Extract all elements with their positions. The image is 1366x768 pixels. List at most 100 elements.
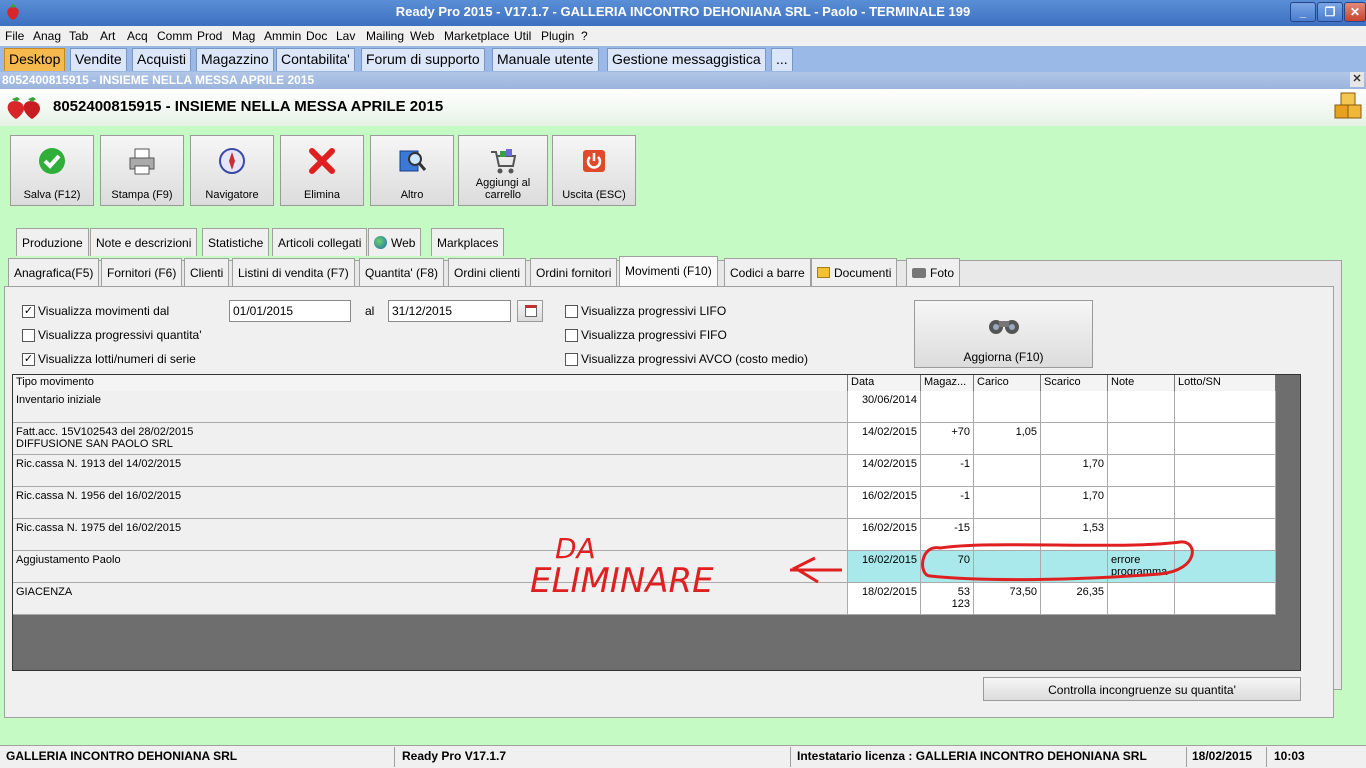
grid-cell-scarico[interactable]: 1,70 (1041, 487, 1108, 519)
grid-cell-data[interactable]: 14/02/2015 (848, 455, 921, 487)
grid-cell-lotto[interactable] (1175, 391, 1276, 423)
col-carico[interactable]: Carico (974, 375, 1041, 391)
tab-markplaces[interactable]: Markplaces (431, 228, 505, 256)
tab-codici-barre[interactable]: Codici a barre (724, 258, 811, 286)
tab-movimenti[interactable]: Movimenti (F10) (619, 256, 718, 286)
grid-cell-data[interactable]: 30/06/2014 (848, 391, 921, 423)
maximize-button[interactable]: ❐ (1317, 2, 1343, 22)
tab-note[interactable]: Note e descrizioni (90, 228, 198, 256)
grid-cell-note[interactable] (1108, 487, 1175, 519)
menu-art[interactable]: Art (100, 29, 115, 43)
menu-marketplace[interactable]: Marketplace (444, 29, 509, 43)
menu-util[interactable]: Util (514, 29, 531, 43)
tab-statistiche[interactable]: Statistiche (202, 228, 270, 256)
tab-produzione[interactable]: Produzione (16, 228, 89, 256)
col-lotto[interactable]: Lotto/SN (1175, 375, 1276, 391)
navigator-button[interactable]: Navigatore (190, 135, 274, 206)
add-to-cart-button[interactable]: Aggiungi al carrello (458, 135, 548, 206)
grid-cell-mag[interactable]: -1 (921, 455, 974, 487)
menu-mailing[interactable]: Mailing (366, 29, 404, 43)
menu-web[interactable]: Web (410, 29, 434, 43)
show-qty-progressive-checkbox[interactable] (22, 329, 35, 342)
menu-mag[interactable]: Mag (232, 29, 255, 43)
other-button[interactable]: Altro (370, 135, 454, 206)
col-tipo[interactable]: Tipo movimento (13, 375, 848, 391)
col-data[interactable]: Data (848, 375, 921, 391)
tab-more[interactable]: ... (771, 48, 793, 71)
grid-cell-data[interactable]: 14/02/2015 (848, 423, 921, 455)
tab-fornitori[interactable]: Fornitori (F6) (101, 258, 183, 286)
exit-button[interactable]: Uscita (ESC) (552, 135, 636, 206)
tab-manuale[interactable]: Manuale utente (492, 48, 599, 71)
grid-cell-tipo[interactable]: Fatt.acc. 15V102543 del 28/02/2015 DIFFUS… (13, 423, 848, 455)
date-to-field[interactable]: 31/12/2015 (388, 300, 511, 322)
tab-quantita[interactable]: Quantita' (F8) (359, 258, 444, 286)
menu-anag[interactable]: Anag (33, 29, 61, 43)
col-note[interactable]: Note (1108, 375, 1175, 391)
menu-ammin[interactable]: Ammin (264, 29, 301, 43)
tab-foto[interactable]: Foto (906, 258, 961, 286)
grid-cell-scarico[interactable] (1041, 423, 1108, 455)
show-lifo-checkbox[interactable] (565, 305, 578, 318)
minimize-button[interactable]: _ (1290, 2, 1316, 22)
grid-cell-note[interactable] (1108, 423, 1175, 455)
menu-lav[interactable]: Lav (336, 29, 355, 43)
menu-doc[interactable]: Doc (306, 29, 327, 43)
grid-cell-note[interactable] (1108, 455, 1175, 487)
grid-cell-mag[interactable] (921, 391, 974, 423)
tab-listini[interactable]: Listini di vendita (F7) (232, 258, 355, 286)
grid-cell-scarico[interactable] (1041, 391, 1108, 423)
tab-magazzino[interactable]: Magazzino (196, 48, 274, 71)
close-document-icon[interactable]: ✕ (1350, 72, 1364, 87)
tab-messaggistica[interactable]: Gestione messaggistica (607, 48, 766, 71)
tab-anagrafica[interactable]: Anagrafica(F5) (8, 258, 100, 286)
save-button[interactable]: Salva (F12) (10, 135, 94, 206)
tab-vendite[interactable]: Vendite (70, 48, 127, 71)
grid-cell-data[interactable]: 16/02/2015 (848, 487, 921, 519)
grid-cell-mag[interactable]: -1 (921, 487, 974, 519)
grid-cell-lotto[interactable] (1175, 455, 1276, 487)
print-button[interactable]: Stampa (F9) (100, 135, 184, 206)
grid-cell-tipo[interactable]: Ric.cassa N. 1956 del 16/02/2015 (13, 487, 848, 519)
col-magazzino[interactable]: Magaz... (921, 375, 974, 391)
grid-cell-tipo[interactable]: Inventario iniziale (13, 391, 848, 423)
tab-documenti[interactable]: Documenti (811, 258, 898, 286)
date-from-field[interactable]: 01/01/2015 (229, 300, 351, 322)
show-avco-checkbox[interactable] (565, 353, 578, 366)
show-lots-checkbox[interactable]: ✓ (22, 353, 35, 366)
delete-button[interactable]: Elimina (280, 135, 364, 206)
menu-help[interactable]: ? (581, 29, 588, 43)
menu-plugin[interactable]: Plugin (541, 29, 574, 43)
tab-desktop[interactable]: Desktop (4, 48, 66, 71)
menu-comm[interactable]: Comm (157, 29, 192, 43)
tab-articoli-collegati[interactable]: Articoli collegati (272, 228, 368, 256)
tab-web[interactable]: Web (368, 228, 422, 256)
refresh-button[interactable]: Aggiorna (F10) (914, 300, 1093, 368)
check-inconsistencies-button[interactable]: Controlla incongruenze su quantita' (983, 677, 1301, 701)
tab-contabilita[interactable]: Contabilita' (276, 48, 355, 71)
grid-cell-mag[interactable]: +70 (921, 423, 974, 455)
grid-cell-carico[interactable] (974, 391, 1041, 423)
grid-cell-note[interactable] (1108, 391, 1175, 423)
calendar-button[interactable] (517, 300, 543, 322)
grid-cell-carico[interactable]: 1,05 (974, 423, 1041, 455)
tab-clienti[interactable]: Clienti (184, 258, 230, 286)
grid-cell-scarico[interactable]: 1,70 (1041, 455, 1108, 487)
tab-ordini-clienti[interactable]: Ordini clienti (448, 258, 527, 286)
menu-tab[interactable]: Tab (69, 29, 88, 43)
menu-file[interactable]: File (5, 29, 24, 43)
grid-cell-tipo[interactable]: Ric.cassa N. 1913 del 14/02/2015 (13, 455, 848, 487)
menu-acq[interactable]: Acq (127, 29, 148, 43)
close-button[interactable]: ✕ (1344, 2, 1366, 22)
show-movements-checkbox[interactable]: ✓ (22, 305, 35, 318)
grid-cell-carico[interactable] (974, 455, 1041, 487)
tab-ordini-fornitori[interactable]: Ordini fornitori (530, 258, 618, 286)
tab-forum[interactable]: Forum di supporto (361, 48, 485, 71)
grid-cell-lotto[interactable] (1175, 423, 1276, 455)
show-fifo-checkbox[interactable] (565, 329, 578, 342)
tab-acquisti[interactable]: Acquisti (132, 48, 192, 71)
col-scarico[interactable]: Scarico (1041, 375, 1108, 391)
grid-cell-carico[interactable] (974, 487, 1041, 519)
menu-prod[interactable]: Prod (197, 29, 222, 43)
grid-cell-lotto[interactable] (1175, 487, 1276, 519)
